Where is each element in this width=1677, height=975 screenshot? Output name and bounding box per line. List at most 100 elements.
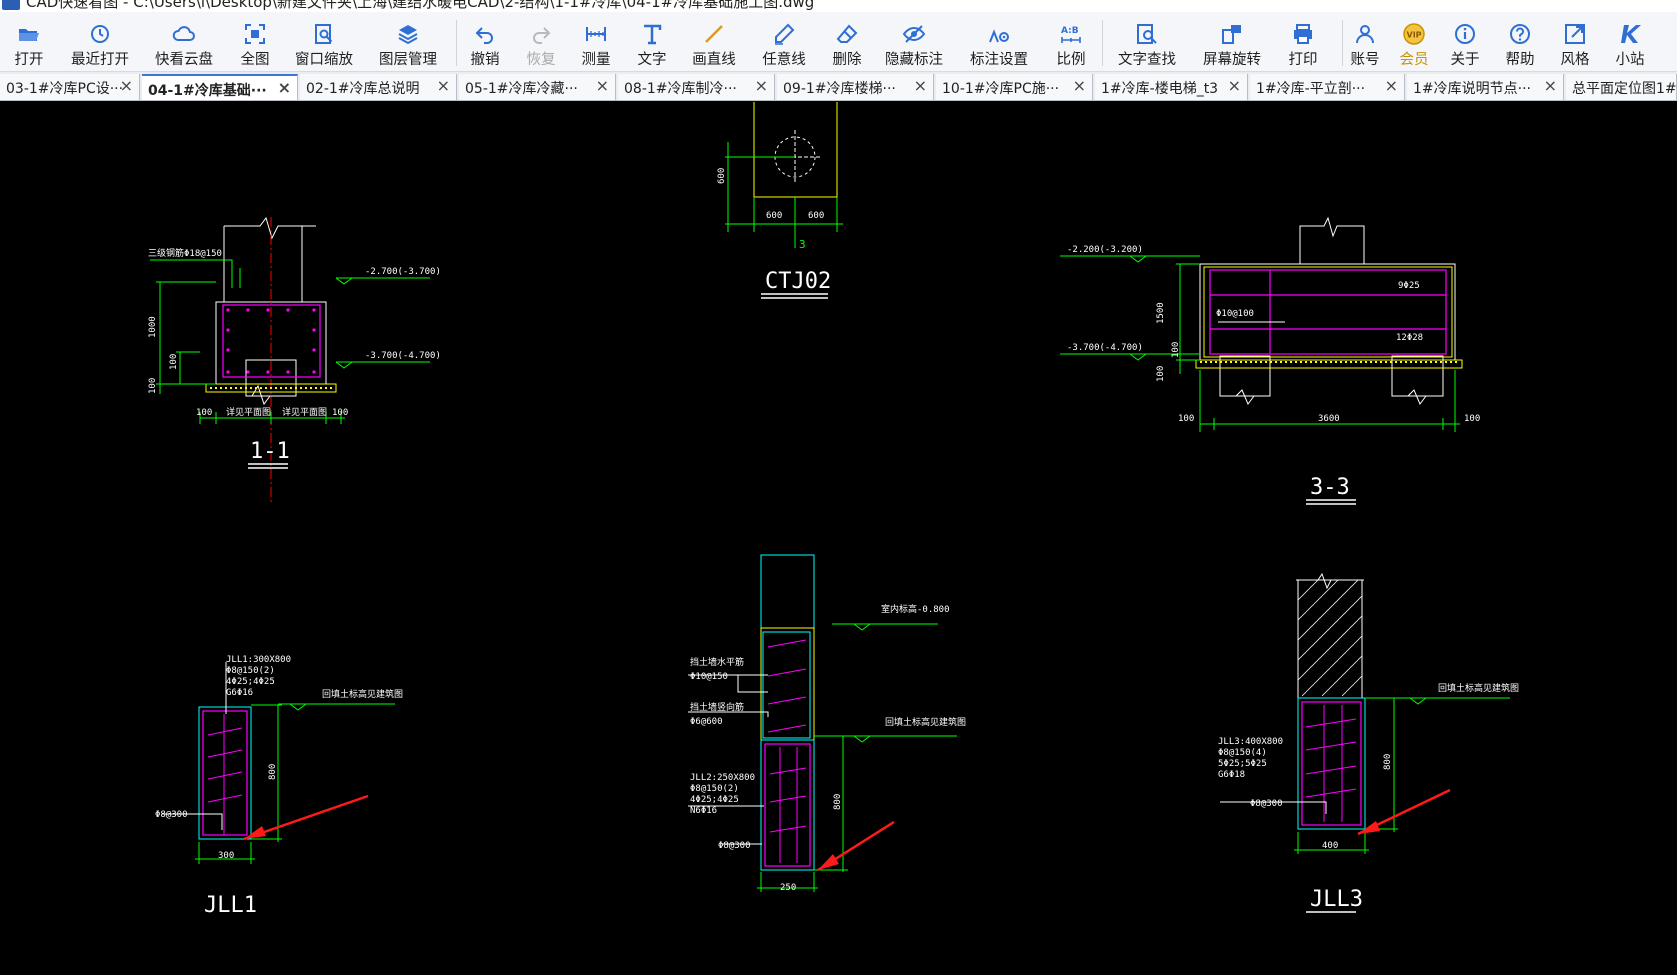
tab-close-icon[interactable]: × — [1073, 76, 1086, 95]
layer-manager-button[interactable]: 图层管理 — [374, 12, 442, 72]
tab-close-icon[interactable]: × — [596, 76, 609, 95]
annotation-settings-button[interactable]: 标注设置 — [965, 12, 1033, 72]
title-3-3: 3-3 — [1310, 475, 1350, 500]
tab-close-icon[interactable]: × — [278, 78, 291, 97]
tab-close-icon[interactable]: × — [120, 76, 133, 95]
help-button[interactable]: 帮助 — [1497, 12, 1543, 72]
jll3-spec4: G6Φ18 — [1218, 770, 1245, 780]
redo-button[interactable]: 恢复 — [518, 12, 564, 72]
tab-close-icon[interactable]: × — [1228, 76, 1241, 95]
tab-03-pc[interactable]: 03-1#冷库PC设··· × — [0, 74, 140, 100]
tab-close-icon[interactable]: × — [755, 76, 768, 95]
delete-button[interactable]: 删除 — [824, 12, 870, 72]
print-button[interactable]: 打印 — [1280, 12, 1326, 72]
s33-rebar-bot: 12Φ28 — [1396, 333, 1423, 343]
redo-icon — [533, 27, 551, 44]
tab-05-cold-storage[interactable]: 05-1#冷库冷藏··· × — [459, 74, 616, 100]
s11-dim-w2: 详见平面图 — [282, 406, 327, 418]
pen-icon — [775, 23, 795, 45]
section-3-3: -2.200(-3.200) -3.700(-4.700) 1500 100 1… — [1060, 216, 1480, 505]
tab-site-plan[interactable]: 总平面定位图1# — [1566, 74, 1677, 100]
tab-02-general[interactable]: 02-1#冷库总说明 × — [300, 74, 457, 100]
jll1-spec4: G6Φ16 — [226, 688, 253, 698]
undo-icon — [475, 27, 493, 44]
jll2-spec3: 4Φ25;4Φ25 — [690, 795, 739, 805]
detail-ctj02: 600 600 600 3 CTJ02 — [717, 102, 843, 299]
measure-ruler-icon — [586, 27, 606, 41]
ctj02-marker: 3 — [799, 238, 806, 251]
toolbar-separator — [1102, 20, 1103, 66]
measure-button[interactable]: 测量 — [573, 12, 619, 72]
mini-site-button[interactable]: 小站 — [1607, 12, 1653, 72]
open-button[interactable]: 打开 — [6, 12, 52, 72]
annotation-settings-icon — [989, 29, 1009, 43]
tab-close-icon[interactable]: × — [914, 76, 927, 95]
title-jll1: JLL1 — [204, 893, 257, 918]
jll2-width: 250 — [780, 883, 796, 893]
document-tab-bar: 03-1#冷库PC设··· × 04-1#冷库基础··· × 02-1#冷库总说明 ×… — [0, 72, 1677, 101]
tab-09-stairs[interactable]: 09-1#冷库楼梯··· × — [777, 74, 934, 100]
tab-notes-details[interactable]: 1#冷库说明节点··· × — [1407, 74, 1564, 100]
folder-open-icon — [19, 29, 39, 41]
s11-dim-100b: 100 — [148, 378, 158, 394]
draw-line-button[interactable]: 画直线 — [688, 12, 740, 72]
s11-dim-100a: 100 — [169, 354, 179, 370]
screen-rotate-button[interactable]: 屏幕旋转 — [1198, 12, 1266, 72]
text-search-button[interactable]: 文字查找 — [1113, 12, 1181, 72]
window-zoom-button[interactable]: 窗口缩放 — [290, 12, 358, 72]
recent-open-button[interactable]: 最近打开 — [66, 12, 134, 72]
undo-button[interactable]: 撤销 — [462, 12, 508, 72]
printer-icon — [1294, 24, 1312, 44]
s33-rebar-mid: Φ10@100 — [1216, 309, 1254, 319]
s11-elev-top: -2.700(-3.700) — [365, 267, 441, 277]
tab-plan-elevation[interactable]: 1#冷库-平立剖··· × — [1250, 74, 1405, 100]
jll2-spec4: N6Φ16 — [690, 806, 717, 816]
vip-member-button[interactable]: VIP 会员 — [1391, 12, 1437, 72]
jll1-spec1: JLL1:300X800 — [226, 655, 291, 665]
ctj02-dim-600v: 600 — [717, 168, 727, 184]
eye-hide-icon — [902, 25, 926, 43]
s33-rebar-top: 9Φ25 — [1398, 281, 1420, 291]
jll1-stirrup: Φ8@300 — [155, 810, 188, 820]
site-k-icon — [1621, 25, 1641, 43]
account-button[interactable]: 账号 — [1342, 12, 1388, 72]
tab-close-icon[interactable]: × — [1385, 76, 1398, 95]
tab-close-icon[interactable]: × — [1544, 76, 1557, 95]
history-clock-icon — [91, 25, 109, 43]
tab-10-pc-construction[interactable]: 10-1#冷库PC施··· × — [936, 74, 1093, 100]
about-button[interactable]: 关于 — [1442, 12, 1488, 72]
jll1-width: 300 — [218, 851, 234, 861]
scale-button[interactable]: A:B 比例 — [1048, 12, 1094, 72]
jll2-stirrup: Φ8@300 — [718, 841, 751, 851]
hide-annotation-button[interactable]: 隐藏标注 — [880, 12, 948, 72]
main-toolbar: 打开 最近打开 快看云盘 全图 窗口缩放 图层管理 撤销 恢复 测量 文字 画直… — [0, 12, 1677, 72]
beam-jll2: 室内标高-0.800 挡土墙水平筋 Φ10@150 挡土墙竖向筋 Φ6@600 … — [688, 554, 966, 893]
jll3-spec1: JLL3:400X800 — [1218, 737, 1283, 747]
jll3-spec3: 5Φ25;5Φ25 — [1218, 759, 1267, 769]
jll2-spec2: Φ8@150(2) — [690, 784, 739, 794]
tab-04-foundation[interactable]: 04-1#冷库基础··· × — [142, 74, 298, 100]
cloud-icon — [172, 26, 195, 41]
screen-rotate-icon — [1222, 25, 1241, 44]
freehand-line-button[interactable]: 任意线 — [758, 12, 810, 72]
s33-dim-h: 1500 — [1156, 302, 1166, 324]
s11-elev-bot: -3.700(-4.700) — [365, 351, 441, 361]
cad-drawing: 三级钢筋Φ18@150 -2.700(-3.700) -3.700(-4.700… — [148, 102, 1519, 918]
fit-all-button[interactable]: 全图 — [232, 12, 278, 72]
s11-dim-height: 1000 — [148, 316, 158, 338]
tab-elevator-t3[interactable]: 1#冷库-楼电梯_t3 × — [1095, 74, 1248, 100]
style-button[interactable]: 风格 — [1552, 12, 1598, 72]
title-jll3: JLL3 — [1310, 887, 1363, 912]
window-title: CAD快速看图 - C:\Users\l\Desktop\新建文件夹\上海\建结… — [26, 0, 815, 11]
line-icon — [705, 25, 723, 43]
tab-08-refrigeration[interactable]: 08-1#冷库制冷··· × — [618, 74, 775, 100]
section-1-1: 三级钢筋Φ18@150 -2.700(-3.700) -3.700(-4.700… — [148, 216, 441, 502]
ctj02-dim-600a: 600 — [766, 211, 782, 221]
s33-dim-right: 100 — [1464, 414, 1480, 424]
tab-close-icon[interactable]: × — [437, 76, 450, 95]
jll2-elev: 室内标高-0.800 — [881, 603, 950, 615]
text-button[interactable]: 文字 — [629, 12, 675, 72]
jll2-note: 回填土标高见建筑图 — [885, 716, 966, 728]
cad-drawing-canvas[interactable]: 三级钢筋Φ18@150 -2.700(-3.700) -3.700(-4.700… — [0, 102, 1677, 975]
cloud-drive-button[interactable]: 快看云盘 — [150, 12, 218, 72]
